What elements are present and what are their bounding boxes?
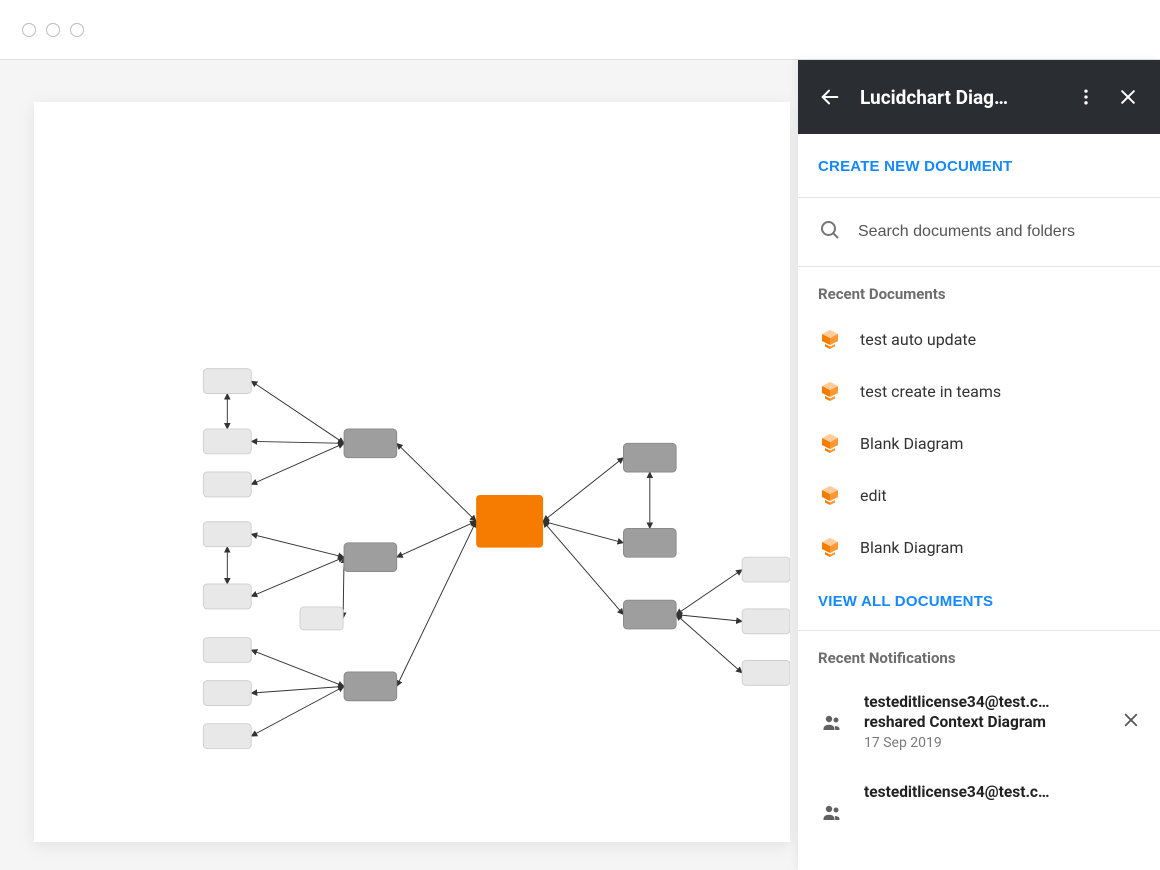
window-dot: [70, 23, 84, 37]
diagram-edge: [397, 521, 476, 557]
diagram-node[interactable]: [203, 584, 251, 609]
recent-documents-heading: Recent Documents: [798, 285, 1160, 313]
diagram-edge: [543, 458, 623, 522]
context-diagram: [34, 102, 790, 842]
lucidchart-icon: [818, 535, 842, 559]
window-titlebar: [0, 0, 1160, 60]
notification-item[interactable]: testeditlicense34@test.c… reshared Contex…: [798, 677, 1160, 767]
search-icon: [818, 218, 842, 246]
diagram-node[interactable]: [623, 443, 676, 472]
diagram-node[interactable]: [742, 661, 790, 686]
lucidchart-panel: Lucidchart Diag… CREATE NEW DOCUMENT Rec…: [798, 60, 1160, 870]
window-dot: [22, 23, 36, 37]
more-vertical-icon[interactable]: [1074, 85, 1098, 109]
lucidchart-icon: [818, 483, 842, 507]
notification-date: 17 Sep 2019: [864, 735, 1104, 751]
diagram-node[interactable]: [742, 609, 790, 634]
diagram-edge: [676, 615, 742, 622]
document-label: Blank Diagram: [860, 434, 963, 453]
close-icon[interactable]: [1116, 85, 1140, 109]
lucidchart-icon: [818, 327, 842, 351]
diagram-node[interactable]: [203, 724, 251, 749]
diagram-node[interactable]: [623, 600, 676, 629]
window-dot: [46, 23, 60, 37]
document-item[interactable]: Blank Diagram: [798, 417, 1160, 469]
diagram-edge: [543, 521, 623, 614]
diagram-node[interactable]: [344, 672, 397, 701]
notification-user: testeditlicense34@test.c…: [864, 783, 1140, 801]
people-icon: [818, 783, 846, 825]
diagram-edge: [543, 521, 623, 543]
diagram-edge: [251, 686, 344, 693]
notification-item[interactable]: testeditlicense34@test.c…: [798, 767, 1160, 841]
dismiss-notification-icon[interactable]: [1122, 693, 1140, 733]
diagram-edge: [251, 557, 344, 596]
document-item[interactable]: test auto update: [798, 313, 1160, 365]
diagram-edge: [676, 570, 742, 615]
search-row: [798, 198, 1160, 266]
diagram-edge: [251, 441, 344, 443]
diagram-node[interactable]: [203, 369, 251, 394]
diagram-edge: [251, 381, 344, 443]
diagram-edge: [251, 443, 344, 484]
diagram-node[interactable]: [203, 472, 251, 497]
view-all-documents-button[interactable]: VIEW ALL DOCUMENTS: [818, 593, 993, 610]
lucidchart-icon: [818, 379, 842, 403]
diagram-node[interactable]: [344, 543, 397, 572]
diagram-edge: [251, 534, 344, 557]
diagram-edge: [251, 650, 344, 686]
document-label: Blank Diagram: [860, 538, 963, 557]
document-label: edit: [860, 486, 887, 505]
diagram-node[interactable]: [476, 495, 543, 548]
document-item[interactable]: Blank Diagram: [798, 521, 1160, 573]
document-item[interactable]: edit: [798, 469, 1160, 521]
recent-notifications-heading: Recent Notifications: [798, 649, 1160, 677]
diagram-node[interactable]: [203, 681, 251, 706]
notification-action: reshared Context Diagram: [864, 713, 1104, 731]
create-new-document-button[interactable]: CREATE NEW DOCUMENT: [818, 158, 1012, 175]
diagram-node[interactable]: [203, 638, 251, 663]
panel-body[interactable]: CREATE NEW DOCUMENT Recent Documents tes…: [798, 134, 1160, 870]
diagram-node[interactable]: [203, 429, 251, 454]
document-label: test create in teams: [860, 382, 1001, 401]
diagram-node[interactable]: [300, 607, 343, 630]
panel-title: Lucidchart Diag…: [860, 86, 1056, 109]
diagram-canvas[interactable]: [34, 102, 790, 842]
people-icon: [818, 693, 846, 735]
search-input[interactable]: [856, 222, 1140, 242]
diagram-edge: [251, 686, 344, 736]
diagram-edge: [397, 443, 476, 521]
diagram-node[interactable]: [344, 429, 397, 458]
create-new-row: CREATE NEW DOCUMENT: [798, 134, 1160, 198]
diagram-node[interactable]: [623, 528, 676, 557]
notification-user: testeditlicense34@test.c…: [864, 693, 1104, 711]
diagram-node[interactable]: [742, 557, 790, 582]
diagram-edge: [676, 615, 742, 673]
back-icon[interactable]: [818, 85, 842, 109]
panel-header: Lucidchart Diag…: [798, 60, 1160, 134]
lucidchart-icon: [818, 431, 842, 455]
diagram-edge: [397, 521, 476, 686]
document-label: test auto update: [860, 330, 976, 349]
diagram-node[interactable]: [203, 522, 251, 547]
document-item[interactable]: test create in teams: [798, 365, 1160, 417]
